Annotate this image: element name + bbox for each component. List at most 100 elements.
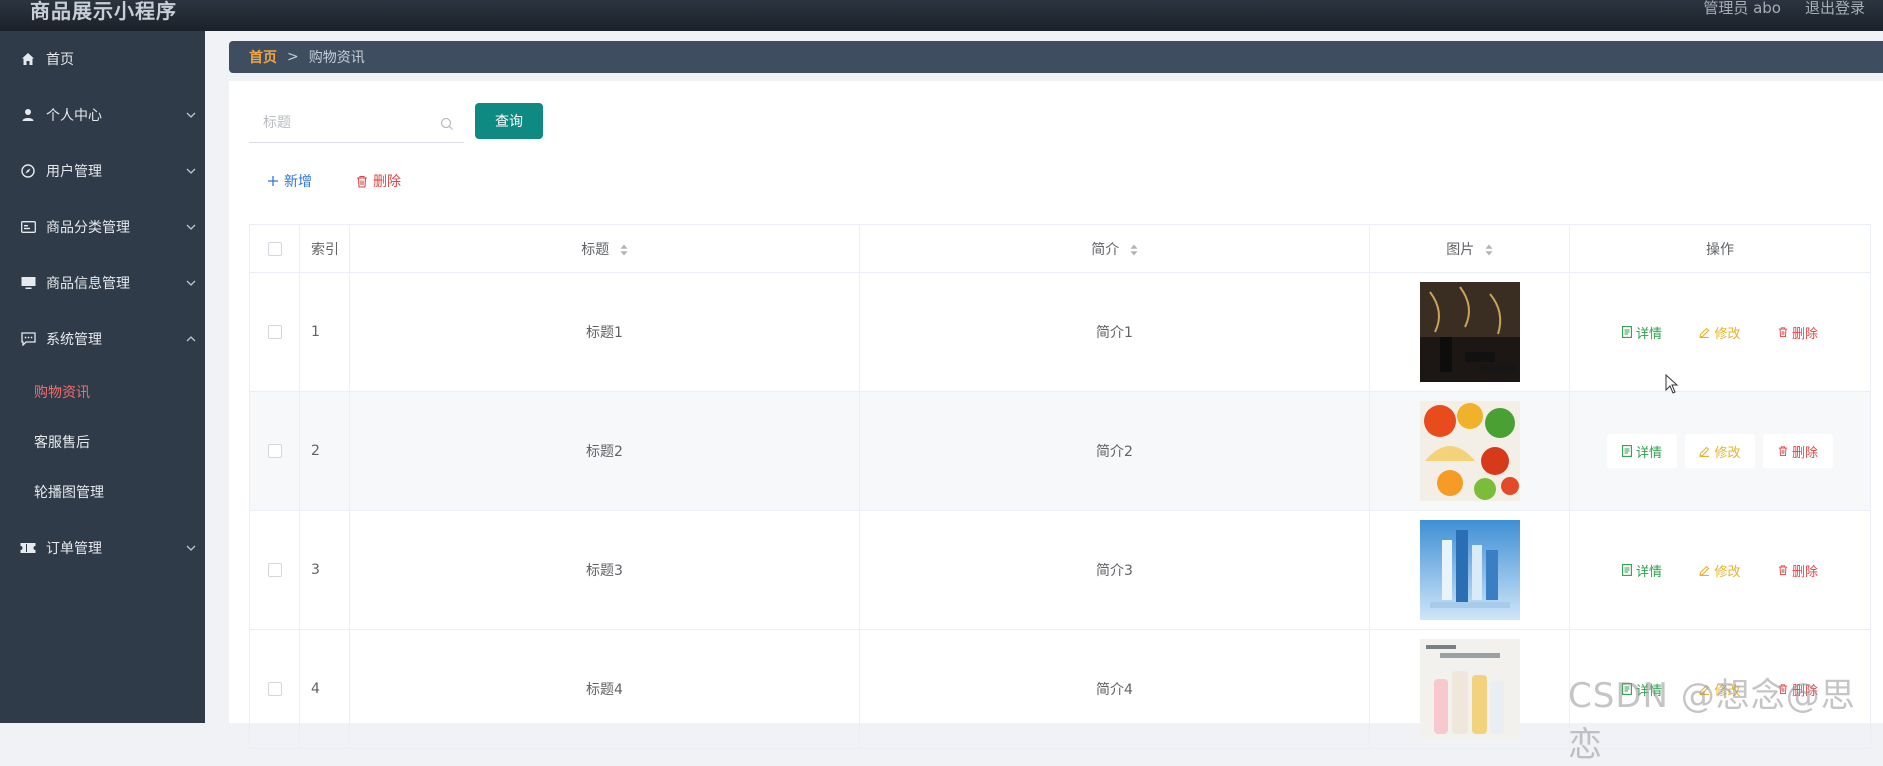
table-row: 3 标题3 简介3 详情 修改 删除 bbox=[249, 510, 1871, 630]
delete-button[interactable]: 删除 bbox=[1763, 315, 1833, 349]
mouse-cursor-icon bbox=[1665, 374, 1679, 394]
row-title: 标题1 bbox=[349, 272, 860, 392]
admin-label: 管理员 abo bbox=[1703, 0, 1781, 17]
row-index: 3 bbox=[299, 510, 350, 630]
row-checkbox[interactable] bbox=[267, 682, 282, 696]
row-title: 标题3 bbox=[349, 510, 860, 630]
breadcrumb-current: 购物资讯 bbox=[308, 50, 365, 66]
user-icon bbox=[20, 107, 36, 123]
id-card-icon bbox=[20, 219, 36, 235]
add-button[interactable]: 新增 bbox=[267, 165, 312, 197]
chevron-up-icon bbox=[186, 336, 196, 342]
header-image-label: 图片 bbox=[1446, 241, 1475, 258]
detail-button[interactable]: 详情 bbox=[1607, 315, 1677, 349]
trash-icon bbox=[357, 175, 367, 188]
app-title: 商品展示小程序 bbox=[30, 0, 177, 23]
sort-icon[interactable] bbox=[620, 244, 628, 256]
sidebar-subitem-shopping-news[interactable]: 购物资讯 bbox=[0, 367, 205, 417]
batch-delete-button[interactable]: 删除 bbox=[356, 165, 401, 197]
header-intro-label: 简介 bbox=[1091, 241, 1120, 258]
header-image[interactable]: 图片 bbox=[1369, 224, 1570, 273]
delete-button[interactable]: 删除 bbox=[1763, 434, 1833, 468]
header-index: 索引 bbox=[299, 224, 350, 273]
row-actions: 详情 修改 删除 bbox=[1569, 510, 1871, 630]
delete-label: 删除 bbox=[1791, 564, 1818, 580]
sort-icon[interactable] bbox=[1485, 244, 1493, 256]
row-checkbox-cell bbox=[249, 391, 300, 511]
compass-icon bbox=[20, 163, 36, 179]
product-image[interactable] bbox=[1419, 401, 1520, 501]
edit-label: 修改 bbox=[1714, 326, 1741, 342]
sidebar-subitem-carousel-management[interactable]: 轮播图管理 bbox=[0, 467, 205, 517]
sidebar-item-order-management[interactable]: 订单管理 bbox=[0, 520, 205, 576]
sidebar-item-label: 商品信息管理 bbox=[46, 276, 130, 292]
pencil-icon bbox=[1699, 446, 1710, 457]
row-checkbox[interactable] bbox=[267, 563, 282, 577]
trash-icon bbox=[1778, 327, 1788, 338]
sort-icon[interactable] bbox=[1130, 244, 1138, 256]
row-checkbox-cell bbox=[249, 629, 300, 749]
row-intro: 简介4 bbox=[859, 629, 1370, 749]
sidebar-item-category-management[interactable]: 商品分类管理 bbox=[0, 199, 205, 255]
sidebar-item-home[interactable]: 首页 bbox=[0, 31, 205, 87]
row-intro: 简介1 bbox=[859, 272, 1370, 392]
sidebar-item-product-management[interactable]: 商品信息管理 bbox=[0, 255, 205, 311]
logout-link[interactable]: 退出登录 bbox=[1805, 0, 1865, 16]
header-title[interactable]: 标题 bbox=[349, 224, 860, 273]
watermark: CSDN @想念@思恋 bbox=[1568, 676, 1856, 765]
edit-button[interactable]: 修改 bbox=[1685, 315, 1755, 349]
trash-icon bbox=[1778, 446, 1788, 457]
delete-button[interactable]: 删除 bbox=[1763, 553, 1833, 587]
row-title: 标题4 bbox=[349, 629, 860, 749]
edit-button[interactable]: 修改 bbox=[1685, 434, 1755, 468]
document-icon bbox=[1622, 564, 1632, 576]
search-box bbox=[249, 105, 464, 143]
product-image[interactable] bbox=[1419, 520, 1520, 620]
header-intro[interactable]: 简介 bbox=[859, 224, 1370, 273]
product-image[interactable] bbox=[1419, 639, 1520, 739]
breadcrumb-separator: > bbox=[287, 49, 299, 65]
detail-label: 详情 bbox=[1635, 326, 1662, 342]
trash-icon bbox=[1778, 565, 1788, 576]
row-checkbox[interactable] bbox=[267, 444, 282, 458]
ticket-icon bbox=[20, 540, 36, 556]
top-bar: 商品展示小程序 管理员 abo 退出登录 bbox=[0, 0, 1883, 31]
row-image-cell bbox=[1369, 510, 1570, 630]
sidebar-item-personal-center[interactable]: 个人中心 bbox=[0, 87, 205, 143]
detail-label: 详情 bbox=[1635, 445, 1662, 461]
top-right-area: 管理员 abo 退出登录 bbox=[1703, 0, 1865, 16]
batch-delete-label: 删除 bbox=[373, 174, 401, 190]
row-intro: 简介3 bbox=[859, 510, 1370, 630]
breadcrumb: 首页 > 购物资讯 bbox=[229, 41, 1883, 73]
detail-label: 详情 bbox=[1635, 564, 1662, 580]
detail-button[interactable]: 详情 bbox=[1607, 434, 1677, 468]
monitor-icon bbox=[20, 275, 36, 291]
detail-button[interactable]: 详情 bbox=[1607, 553, 1677, 587]
row-checkbox[interactable] bbox=[267, 325, 282, 339]
query-button[interactable]: 查询 bbox=[475, 103, 543, 139]
sidebar: 首页 个人中心 用户管理 商品分类管理 商品信息管理 系统管理 购物资讯 客服售… bbox=[0, 31, 205, 723]
edit-label: 修改 bbox=[1714, 564, 1741, 580]
sidebar-item-system-management[interactable]: 系统管理 bbox=[0, 311, 205, 367]
edit-button[interactable]: 修改 bbox=[1685, 553, 1755, 587]
row-image-cell bbox=[1369, 629, 1570, 749]
chat-icon bbox=[20, 331, 36, 347]
sidebar-item-user-management[interactable]: 用户管理 bbox=[0, 143, 205, 199]
table-row: 2 标题2 简介2 详情 修改 删除 bbox=[249, 391, 1871, 511]
product-image[interactable] bbox=[1419, 282, 1520, 382]
sidebar-item-label: 个人中心 bbox=[46, 108, 102, 124]
search-input[interactable] bbox=[249, 105, 429, 141]
breadcrumb-home[interactable]: 首页 bbox=[249, 47, 277, 67]
edit-label: 修改 bbox=[1714, 445, 1741, 461]
chevron-down-icon bbox=[186, 280, 196, 286]
plus-icon bbox=[268, 176, 278, 186]
row-checkbox-cell bbox=[249, 510, 300, 630]
row-index: 2 bbox=[299, 391, 350, 511]
row-image-cell bbox=[1369, 272, 1570, 392]
document-icon bbox=[1622, 326, 1632, 338]
sidebar-item-label: 商品分类管理 bbox=[46, 220, 130, 236]
sidebar-item-label: 用户管理 bbox=[46, 164, 102, 180]
search-icon bbox=[440, 117, 453, 130]
sidebar-subitem-customer-service[interactable]: 客服售后 bbox=[0, 417, 205, 467]
select-all-checkbox[interactable] bbox=[267, 241, 282, 256]
